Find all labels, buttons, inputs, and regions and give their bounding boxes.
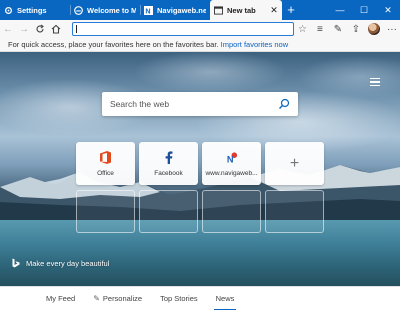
search-icon[interactable] [278, 98, 290, 110]
nav-label: News [215, 294, 235, 303]
search-box[interactable]: Search the web [102, 92, 298, 116]
top-site-office[interactable]: Office [76, 142, 135, 185]
edge-icon [74, 5, 83, 15]
favorites-bar-message: For quick access, place your favorites h… [8, 40, 221, 49]
more-icon[interactable]: ··· [385, 22, 399, 36]
bing-caption-text: Make every day beautiful [26, 258, 110, 268]
toolbar-right: ≡ ✎ ⇪ ··· [313, 22, 399, 36]
import-favorites-link[interactable]: Import favorites now [221, 40, 289, 49]
nav-label: Top Stories [160, 294, 198, 303]
notes-icon[interactable]: ✎ [331, 22, 345, 36]
bing-caption[interactable]: Make every day beautiful [12, 258, 109, 268]
tab-welcome[interactable]: Welcome to M [70, 0, 140, 20]
top-site-facebook[interactable]: Facebook [139, 142, 198, 185]
tab-personalize[interactable]: ✎ Personalize [93, 294, 142, 303]
close-window-icon[interactable]: ✕ [376, 0, 400, 20]
svg-text:N: N [226, 154, 233, 163]
avatar[interactable] [367, 22, 381, 36]
tab-title: Navigaweb.ne [157, 5, 206, 15]
share-icon[interactable]: ⇪ [349, 22, 363, 36]
nav-label: Personalize [102, 294, 143, 303]
tab-title: Welcome to M [87, 5, 136, 15]
top-site-label: www.navigaweb... [205, 169, 258, 177]
tab-my-feed[interactable]: My Feed [46, 294, 75, 303]
navigation-bar: ← → ☆ ≡ ✎ ⇪ ··· [0, 20, 400, 38]
newtab-icon [214, 5, 223, 15]
pencil-icon: ✎ [93, 294, 100, 303]
top-site-label: Office [97, 169, 114, 177]
favorites-hub-icon[interactable]: ≡ [313, 22, 327, 36]
forward-icon[interactable]: → [16, 20, 32, 38]
home-icon[interactable] [48, 20, 64, 38]
tab-settings[interactable]: Settings [0, 0, 70, 20]
minimize-icon[interactable]: — [328, 0, 352, 20]
plus-icon: + [289, 154, 300, 172]
address-input[interactable] [72, 22, 294, 36]
nav-label: My Feed [46, 294, 76, 303]
tab-title: Settings [17, 5, 47, 15]
gear-icon [4, 6, 13, 15]
window-controls: — ☐ ✕ [328, 0, 400, 20]
tab-strip: Settings Welcome to M N Navigaweb.ne New… [0, 0, 400, 20]
top-sites-grid: Office Facebook N www.navigaweb... + [76, 142, 326, 236]
empty-site-slot [265, 190, 324, 233]
back-icon[interactable]: ← [0, 20, 16, 38]
top-site-label: Facebook [154, 169, 183, 177]
search-input[interactable]: Search the web [110, 99, 278, 109]
facebook-icon [163, 150, 175, 164]
favorite-star-icon[interactable]: ☆ [298, 24, 307, 35]
refresh-icon[interactable] [32, 20, 48, 38]
close-tab-icon[interactable]: ✕ [270, 5, 278, 16]
tab-news[interactable]: News [213, 294, 237, 310]
empty-site-slot [202, 190, 261, 233]
page-settings-menu-icon[interactable] [370, 78, 380, 86]
svg-text:N: N [145, 6, 150, 14]
office-icon [100, 150, 112, 164]
new-tab-button[interactable]: + [282, 0, 300, 20]
empty-site-slot [139, 190, 198, 233]
news-feed-nav: My Feed ✎ Personalize Top Stories News [0, 286, 400, 310]
favorites-bar: For quick access, place your favorites h… [0, 38, 400, 52]
add-top-site-button[interactable]: + [265, 142, 324, 185]
tab-top-stories[interactable]: Top Stories [160, 294, 198, 303]
bing-logo-icon [12, 258, 20, 268]
navigaweb-icon: N [144, 5, 153, 15]
tab-title: New tab [227, 5, 256, 15]
top-site-navigaweb[interactable]: N www.navigaweb... [202, 142, 261, 185]
maximize-icon[interactable]: ☐ [352, 0, 376, 20]
new-tab-page: Search the web Office Facebook N www.nav… [0, 52, 400, 286]
tab-new-tab[interactable]: New tab ✕ [210, 0, 282, 20]
empty-site-slot [76, 190, 135, 233]
navigaweb-icon: N [226, 151, 238, 164]
tab-navigaweb[interactable]: N Navigaweb.ne [140, 0, 210, 20]
text-caret [76, 25, 77, 33]
